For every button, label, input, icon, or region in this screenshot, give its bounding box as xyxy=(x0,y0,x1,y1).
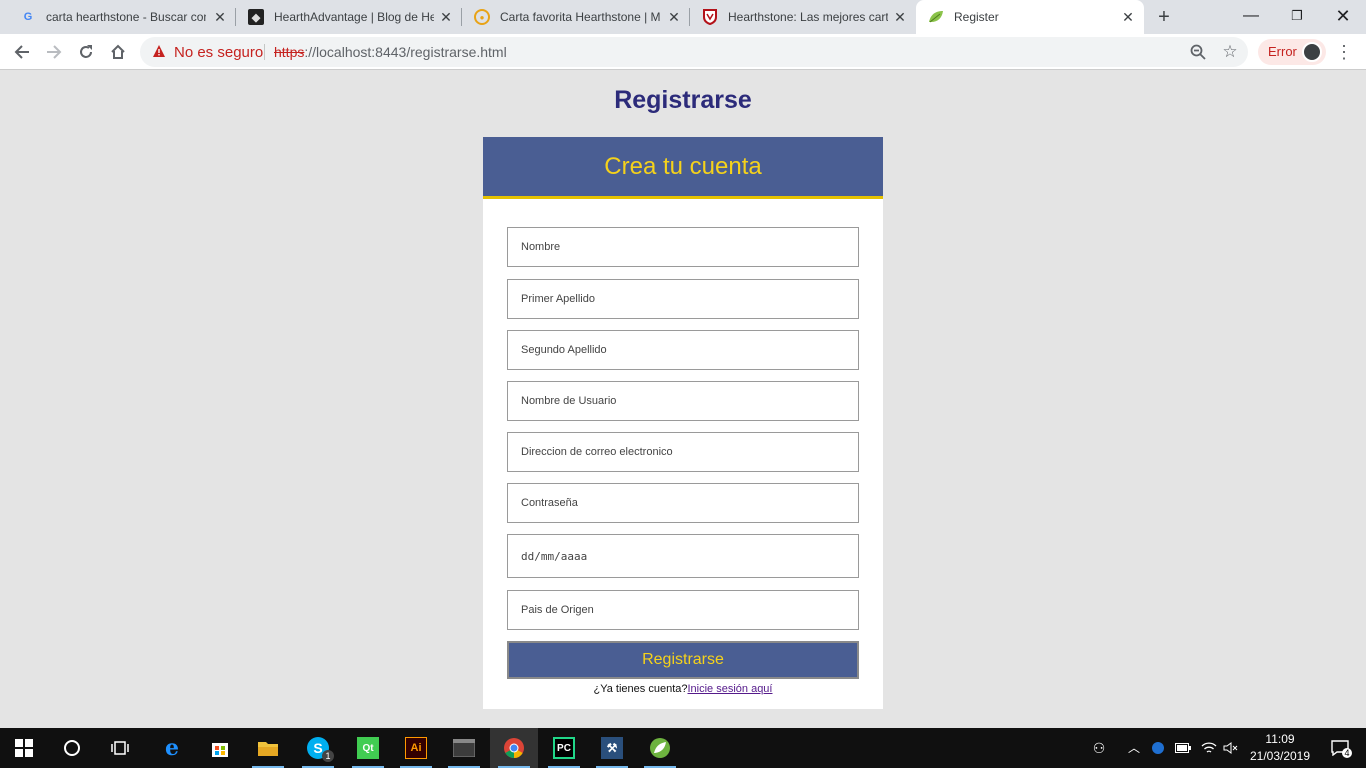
system-clock[interactable]: 11:09 21/03/2019 xyxy=(1240,731,1320,765)
clock-date: 21/03/2019 xyxy=(1249,749,1311,763)
usuario-input[interactable] xyxy=(507,381,859,421)
wifi-icon[interactable] xyxy=(1198,728,1220,768)
tab-close-icon[interactable]: ✕ xyxy=(438,9,454,25)
card-header: Crea tu cuenta xyxy=(483,137,883,199)
tab-close-icon[interactable]: ✕ xyxy=(1120,9,1136,25)
tab-title: Hearthstone: Las mejores cartas xyxy=(728,10,888,24)
forward-arrow-icon[interactable] xyxy=(40,38,68,66)
pycharm-icon[interactable]: PC xyxy=(540,728,588,768)
card-title: Crea tu cuenta xyxy=(604,153,762,180)
avatar xyxy=(1302,42,1322,62)
file-explorer-icon[interactable] xyxy=(244,728,292,768)
register-form: Crea tu cuenta Registrarse ¿Ya tienes cu… xyxy=(483,137,883,709)
tab-google-search[interactable]: G carta hearthstone - Buscar con Google … xyxy=(8,0,236,34)
tab-register[interactable]: Register ✕ xyxy=(916,0,1144,34)
login-prompt: ¿Ya tienes cuenta?Inicie sesión aquí xyxy=(483,683,883,695)
spring-icon[interactable] xyxy=(636,728,684,768)
omnibox-separator xyxy=(264,44,265,60)
shield-site-icon xyxy=(702,9,718,25)
menu-dots-icon[interactable]: ⋮ xyxy=(1334,38,1354,66)
tab-close-icon[interactable]: ✕ xyxy=(666,9,682,25)
notification-count: 4 xyxy=(1342,748,1352,758)
clock-time: 11:09 xyxy=(1265,732,1295,746)
close-window-icon[interactable]: ✕ xyxy=(1320,0,1366,34)
address-bar[interactable]: No es seguro https://localhost:8443/regi… xyxy=(140,37,1248,67)
tab-close-icon[interactable]: ✕ xyxy=(212,9,228,25)
nombre-input[interactable] xyxy=(507,227,859,267)
zoom-icon[interactable] xyxy=(1188,42,1208,62)
tab-close-icon[interactable]: ✕ xyxy=(892,9,908,25)
tab-mejores-cartas[interactable]: Hearthstone: Las mejores cartas ✕ xyxy=(690,0,916,34)
edge-icon[interactable]: e xyxy=(148,728,196,768)
cortana-icon[interactable] xyxy=(48,728,96,768)
security-status[interactable]: No es seguro xyxy=(174,44,263,61)
primer-apellido-input[interactable] xyxy=(507,279,859,319)
hearthadvantage-icon: ◆ xyxy=(248,9,264,25)
home-icon[interactable] xyxy=(104,38,132,66)
fecha-nacimiento-input[interactable] xyxy=(507,534,859,578)
reload-icon[interactable] xyxy=(72,38,100,66)
google-icon: G xyxy=(23,11,33,23)
url-path: :8443/registrarse.html xyxy=(371,44,507,60)
restore-icon[interactable]: ❐ xyxy=(1274,0,1320,34)
page-title: Registrarse xyxy=(614,86,752,114)
warning-icon[interactable] xyxy=(152,44,166,58)
minimize-icon[interactable]: — xyxy=(1228,0,1274,34)
tab-meristation[interactable]: ● Carta favorita Hearthstone | Meristati… xyxy=(462,0,690,34)
tab-title: HearthAdvantage | Blog de Hearthstone xyxy=(274,10,434,24)
illustrator-icon[interactable]: Ai xyxy=(392,728,440,768)
taskbar: e S 1 Qt Ai PC ⚒ ⚇ ︿ 11:09 21/03/2019 4 xyxy=(0,728,1366,768)
onedrive-icon[interactable] xyxy=(1148,728,1168,768)
meristation-icon: ● xyxy=(474,9,490,25)
segundo-apellido-input[interactable] xyxy=(507,330,859,370)
tab-title: Carta favorita Hearthstone | Meristation xyxy=(500,10,660,24)
leaf-icon xyxy=(928,9,944,25)
tab-title: carta hearthstone - Buscar con Google xyxy=(46,10,206,24)
tab-hearthadvantage[interactable]: ◆ HearthAdvantage | Blog de Hearthstone … xyxy=(236,0,462,34)
store-icon[interactable] xyxy=(196,728,244,768)
chevron-up-icon[interactable]: ︿ xyxy=(1124,728,1144,768)
chrome-icon[interactable] xyxy=(490,728,538,768)
profile-error-label: Error xyxy=(1268,44,1297,59)
sql-server-icon[interactable]: ⚒ xyxy=(588,728,636,768)
url-text[interactable]: https://localhost:8443/registrarse.html xyxy=(274,44,507,60)
browser-toolbar: No es seguro https://localhost:8443/regi… xyxy=(0,34,1366,70)
battery-icon[interactable] xyxy=(1172,728,1194,768)
email-input[interactable] xyxy=(507,432,859,472)
registrarse-button[interactable]: Registrarse xyxy=(507,641,859,679)
tab-title: Register xyxy=(954,10,999,24)
windows-start-icon[interactable] xyxy=(0,728,48,768)
terminal-icon[interactable] xyxy=(440,728,488,768)
task-view-icon[interactable] xyxy=(96,728,144,768)
people-icon[interactable]: ⚇ xyxy=(1088,728,1110,768)
login-prompt-text: ¿Ya tienes cuenta? xyxy=(593,683,688,695)
notification-center-icon[interactable]: 4 xyxy=(1322,728,1358,768)
tab-strip: G carta hearthstone - Buscar con Google … xyxy=(0,0,1366,34)
url-scheme: https xyxy=(274,44,305,60)
volume-muted-icon[interactable] xyxy=(1220,728,1242,768)
skype-badge: 1 xyxy=(322,750,334,762)
url-host: ://localhost xyxy=(304,44,372,60)
new-tab-button[interactable]: + xyxy=(1152,5,1176,29)
qt-icon[interactable]: Qt xyxy=(344,728,392,768)
profile-error-button[interactable]: Error xyxy=(1258,39,1326,65)
back-arrow-icon[interactable] xyxy=(8,38,36,66)
pais-origen-input[interactable] xyxy=(507,590,859,630)
bookmark-star-icon[interactable]: ☆ xyxy=(1220,42,1240,62)
password-input[interactable] xyxy=(507,483,859,523)
login-link[interactable]: Inicie sesión aquí xyxy=(687,683,772,695)
skype-icon[interactable]: S 1 xyxy=(294,728,342,768)
